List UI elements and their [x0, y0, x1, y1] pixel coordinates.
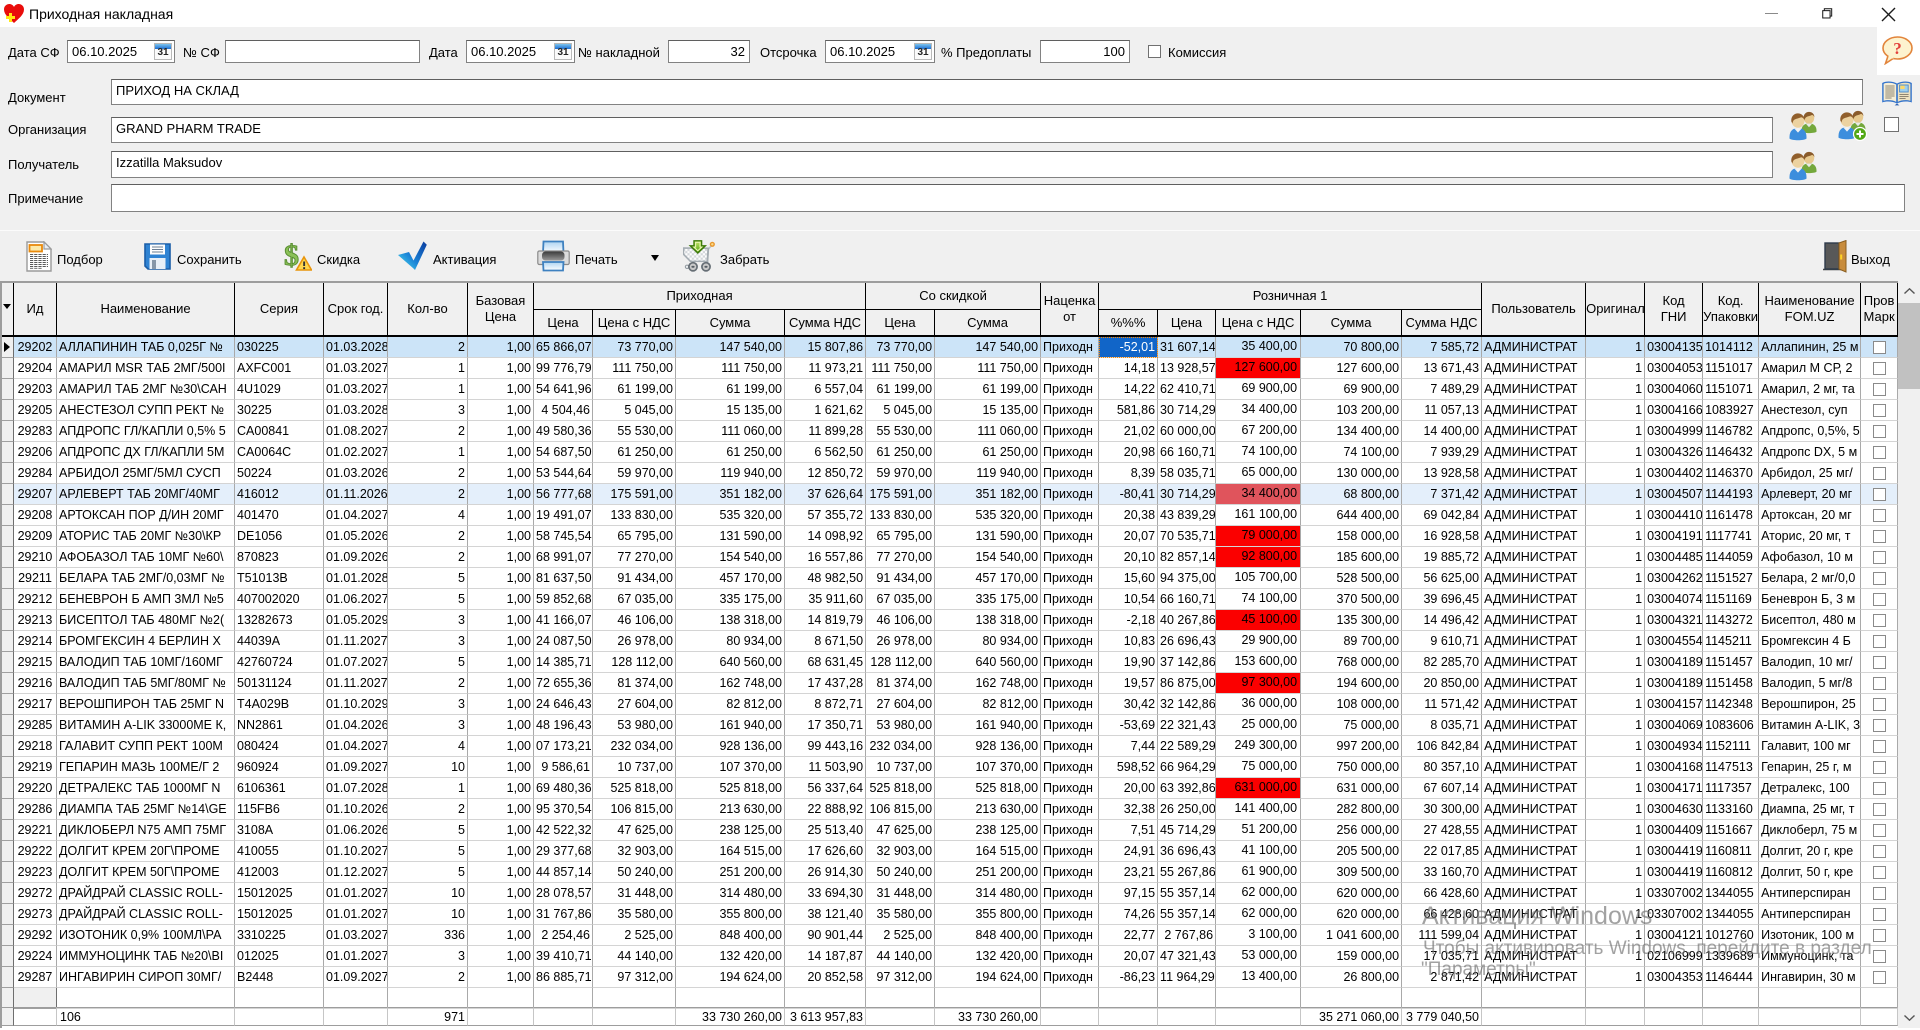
- svg-text:?: ?: [1893, 39, 1902, 58]
- svg-text:$: $: [284, 240, 299, 272]
